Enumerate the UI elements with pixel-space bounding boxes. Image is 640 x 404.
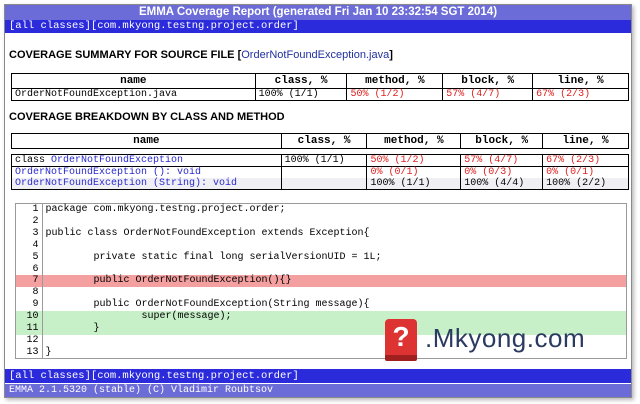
top-nav-bar: [all classes][com.mkyong.testng.project.… <box>5 20 631 33</box>
question-box-icon: ? <box>385 319 417 361</box>
report-title: EMMA Coverage Report (generated Fri Jan … <box>5 5 631 20</box>
method-link[interactable]: OrderNotFoundException (): void <box>15 167 201 178</box>
line-source <box>42 264 626 276</box>
col-line: line, % <box>562 135 609 147</box>
breakdown-table: name class, % method, % block, % line, %… <box>11 133 629 190</box>
package-link[interactable]: [com.mkyong.testng.project.order] <box>91 20 299 32</box>
line-number: 3 <box>16 227 43 240</box>
col-name: name <box>11 73 256 89</box>
line-source: public OrderNotFoundException(){} <box>42 275 626 288</box>
all-classes-link[interactable]: [all classes] <box>9 20 91 32</box>
code-line: 3 public class OrderNotFoundException ext… <box>16 227 626 240</box>
watermark-text: .Mkyong.com <box>425 322 586 353</box>
code-line: 7 public OrderNotFoundException(){} <box>16 275 626 288</box>
code-line: 9 public OrderNotFoundException(String m… <box>16 299 626 312</box>
code-line: 2 <box>16 215 626 228</box>
summary-table: name class, % method, % block, % line, %… <box>11 73 629 101</box>
col-method: method, % <box>346 73 444 89</box>
table-row: OrderNotFoundException (String): void 10… <box>11 178 629 190</box>
method-pct: 100% (1/1) <box>366 178 462 190</box>
line-number: 5 <box>16 251 43 264</box>
method-name-cell: OrderNotFoundException (): void <box>11 166 282 178</box>
all-classes-link[interactable]: [all classes] <box>9 370 91 382</box>
line-number: 13 <box>16 346 43 359</box>
line-number: 12 <box>16 334 43 347</box>
line-source <box>42 216 626 228</box>
version-footer: EMMA 2.1.5320 (stable) (C) Vladimir Roub… <box>5 384 631 397</box>
col-block: block, % <box>460 133 544 149</box>
line-source: public OrderNotFoundException(String mes… <box>45 299 370 311</box>
line-number: 11 <box>16 323 43 335</box>
line-number: 2 <box>16 215 43 228</box>
line-source: package com.mkyong.testng.project.order; <box>45 204 286 215</box>
line-number: 8 <box>16 287 43 300</box>
col-method: method, % <box>366 133 462 149</box>
line-number: 7 <box>16 275 43 288</box>
table-row: OrderNotFoundException (): void 0% (0/1)… <box>11 166 629 178</box>
breakdown-heading: COVERAGE BREAKDOWN BY CLASS AND METHOD <box>9 111 285 123</box>
row-method: 50% (1/2) <box>346 88 444 101</box>
col-name: name <box>11 133 282 149</box>
line-pct: 100% (2/2) <box>546 178 607 189</box>
table-row: class OrderNotFoundException 100% (1/1) … <box>11 154 629 167</box>
summary-heading: COVERAGE SUMMARY FOR SOURCE FILE [OrderN… <box>9 49 393 61</box>
row-block: 57% (4/7) <box>442 88 534 101</box>
line-number: 4 <box>16 239 43 252</box>
line-source: private static final long serialVersionU… <box>45 251 382 263</box>
line-pct: 0% (0/1) <box>546 167 595 178</box>
package-link[interactable]: [com.mkyong.testng.project.order] <box>91 370 299 382</box>
class-pct <box>281 178 368 190</box>
mkyong-watermark: ? .Mkyong.com <box>385 319 586 361</box>
row-name: OrderNotFoundException.java <box>11 88 256 101</box>
row-line: 67% (2/3) <box>536 89 591 100</box>
line-number: 10 <box>16 311 43 324</box>
class-link[interactable]: OrderNotFoundException <box>51 155 183 166</box>
bottom-nav-bar: [all classes][com.mkyong.testng.project.… <box>5 369 631 383</box>
code-line: 5 private static final long serialVersio… <box>16 251 626 264</box>
code-line: 1 package com.mkyong.testng.project.order… <box>16 204 626 216</box>
line-source <box>42 240 626 252</box>
report-window: EMMA Coverage Report (generated Fri Jan … <box>4 4 632 398</box>
line-source <box>42 287 626 299</box>
block-pct: 0% (0/3) <box>460 166 544 178</box>
table-row: OrderNotFoundException.java 100% (1/1) 5… <box>11 88 629 101</box>
line-source: public class OrderNotFoundException exte… <box>45 227 370 239</box>
method-link[interactable]: OrderNotFoundException (String): void <box>15 178 237 189</box>
line-number: 9 <box>16 299 43 312</box>
block-pct: 100% (4/4) <box>460 178 544 190</box>
code-line: 8 <box>16 287 626 300</box>
code-line: 4 <box>16 239 626 252</box>
class-pct: 100% (1/1) <box>281 154 368 167</box>
method-name-cell: OrderNotFoundException (String): void <box>11 178 282 190</box>
class-pct <box>281 166 368 178</box>
method-pct: 0% (0/1) <box>366 166 462 178</box>
col-block: block, % <box>442 73 534 89</box>
class-name-cell: class OrderNotFoundException <box>11 154 282 167</box>
line-number: 1 <box>16 204 43 216</box>
line-pct: 67% (2/3) <box>546 155 601 166</box>
col-class: class, % <box>255 73 348 89</box>
code-line: 6 <box>16 263 626 276</box>
source-file-link[interactable]: OrderNotFoundException.java <box>241 49 389 61</box>
row-class: 100% (1/1) <box>255 88 348 101</box>
method-pct: 50% (1/2) <box>366 154 462 167</box>
col-class: class, % <box>281 133 368 149</box>
line-number: 6 <box>16 263 43 276</box>
col-line: line, % <box>557 75 604 87</box>
block-pct: 57% (4/7) <box>460 154 544 167</box>
